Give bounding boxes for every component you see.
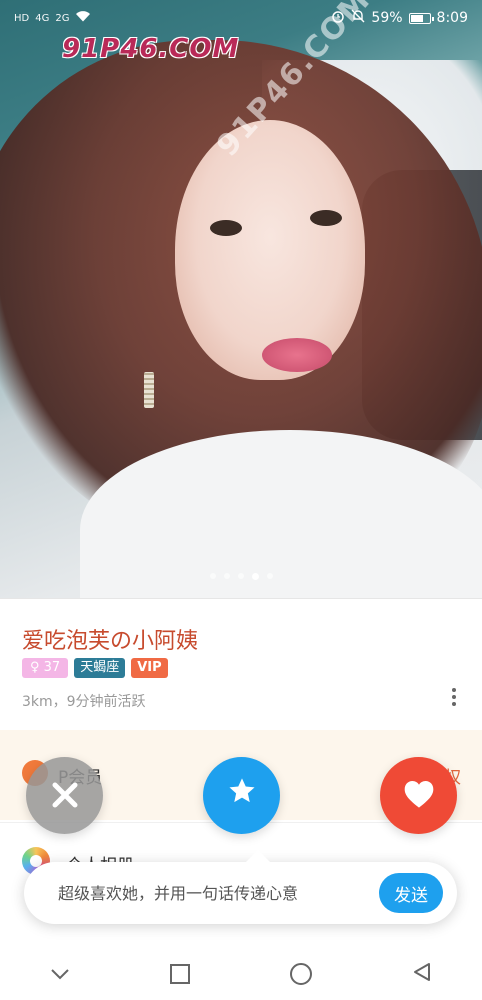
pager-dot[interactable] [266,573,273,579]
dislike-button[interactable] [26,757,103,834]
profile-info: 爱吃泡芙の小阿姨 ♀ 37 天蝎座 VIP 3km，9分钟前活跃 [0,598,482,729]
photo-face [175,120,365,380]
mute-bell-icon [351,9,365,27]
zodiac-badge: 天蝎座 [74,658,126,678]
star-icon [226,775,258,816]
photo-eye-right [310,210,342,226]
message-input[interactable] [24,882,379,904]
signal-2g: 2G [55,12,70,24]
pager-dot[interactable] [223,573,230,579]
super-like-button[interactable] [203,757,280,834]
super-like-message-bubble: 发送 [24,850,457,924]
pager-dot[interactable] [237,573,244,579]
photo-earring [144,372,154,408]
photo-eye-left [210,220,242,236]
photo-pager [0,572,482,580]
hd-indicator: HD [14,12,30,24]
heart-icon [402,773,436,819]
watermark: 91P46.COM [62,34,240,64]
wifi-icon [75,10,91,26]
system-nav-bar [0,948,482,1000]
send-button[interactable]: 发送 [379,873,443,913]
battery-percent: 59% [371,10,403,26]
like-button[interactable] [380,757,457,834]
nav-recent-icon[interactable] [169,963,191,985]
age-badge: ♀ 37 [22,658,69,678]
more-options-icon[interactable] [452,685,458,709]
nav-home-icon[interactable] [289,962,313,986]
alarm-icon [331,9,345,27]
nav-down-icon[interactable] [49,967,71,981]
profile-name: 爱吃泡芙の小阿姨 [22,629,199,654]
pager-dot-active[interactable] [251,572,259,580]
battery-icon [408,12,434,24]
status-bar: HD 4G 2G 59% 8:09 [0,0,482,36]
pager-dot[interactable] [209,573,216,579]
signal-4g: 4G [35,12,50,24]
photo-lips [262,338,332,372]
clock: 8:09 [436,10,468,26]
vip-badge: VIP [131,658,168,678]
nav-back-icon[interactable] [411,961,433,987]
close-icon [50,770,80,821]
badge-row: ♀ 37 天蝎座 VIP [22,658,168,678]
profile-photo[interactable]: 91P46.COM 91P46.COM [0,0,482,598]
distance-activity: 3km，9分钟前活跃 [22,694,146,710]
